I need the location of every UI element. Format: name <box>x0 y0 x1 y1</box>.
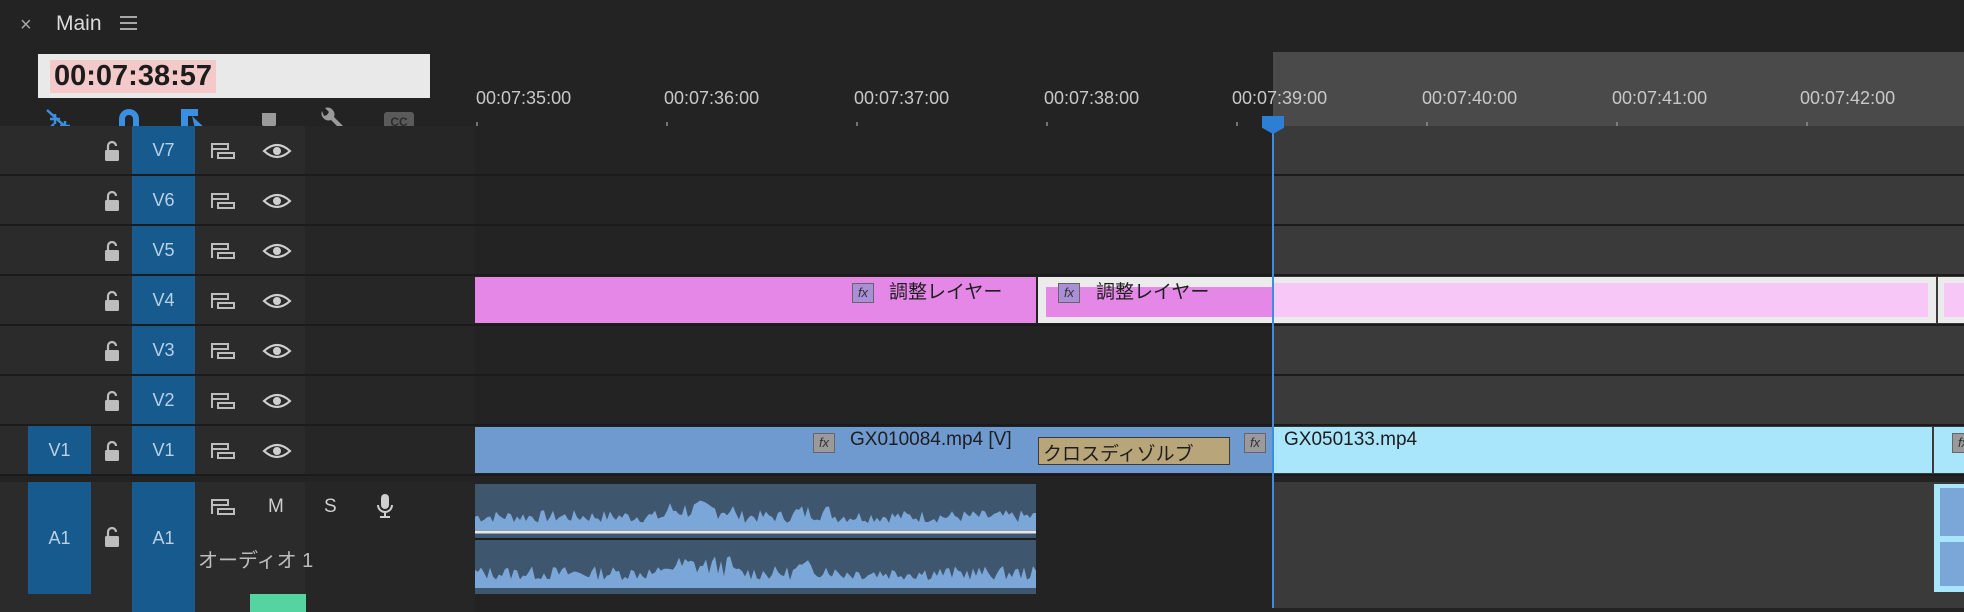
ruler-label: 00:07:42:00 <box>1800 88 1896 108</box>
clip-label: GX010084.mp4 [V] <box>850 429 1012 450</box>
lock-icon[interactable] <box>102 140 122 162</box>
track-header-a1[interactable]: A1 A1 M S オーディオ 1 <box>0 482 475 612</box>
track-header-v1[interactable]: V1 V1 <box>0 426 475 476</box>
ruler-label: 00:07:41:00 <box>1612 88 1708 108</box>
eye-icon[interactable] <box>262 291 292 311</box>
track-target-a2[interactable] <box>132 594 195 612</box>
transition-region[interactable]: クロスディゾルブ fx <box>1036 427 1274 473</box>
clip-label: 調整レイヤー <box>889 282 1003 303</box>
eye-icon[interactable] <box>262 241 292 261</box>
playhead-line[interactable] <box>1272 120 1274 608</box>
lock-icon[interactable] <box>102 340 122 362</box>
source-patch-v1[interactable]: V1 <box>28 426 91 474</box>
track-header-v2[interactable]: V2 <box>0 376 475 426</box>
solo-button[interactable]: S <box>324 496 337 518</box>
adjustment-layer-clip-remaining[interactable] <box>1274 277 1936 323</box>
adjustment-layer-clip[interactable]: fx 調整レイヤー <box>475 277 1036 323</box>
eye-icon[interactable] <box>262 341 292 361</box>
transition-label: クロスディゾルブ <box>1043 444 1194 465</box>
track-target-v4[interactable]: V4 <box>132 276 195 324</box>
sync-lock-icon[interactable] <box>210 341 236 361</box>
lane-v5[interactable] <box>475 226 1964 276</box>
track-target-v5[interactable]: V5 <box>132 226 195 274</box>
track-header-v3[interactable]: V3 <box>0 326 475 376</box>
lock-icon[interactable] <box>102 526 122 548</box>
track-target-v3[interactable]: V3 <box>132 326 195 374</box>
sync-lock-icon[interactable] <box>210 291 236 311</box>
lane-v7[interactable] <box>475 126 1964 176</box>
audio-clip-next[interactable] <box>1934 484 1964 592</box>
track-target-v6[interactable]: V6 <box>132 176 195 224</box>
video-clip-next[interactable]: fx <box>1934 427 1964 473</box>
track-header-v4[interactable]: V4 <box>0 276 475 326</box>
fx-badge: fx <box>1952 433 1964 453</box>
lock-icon[interactable] <box>102 440 122 462</box>
audio-meter-indicator <box>250 594 306 612</box>
ruler-label: 00:07:35:00 <box>476 88 572 108</box>
audio-waveform <box>475 500 1036 588</box>
ruler-label: 00:07:37:00 <box>854 88 950 108</box>
video-clip[interactable]: fx GX010084.mp4 [V] <box>475 427 1036 473</box>
eye-icon[interactable] <box>262 191 292 211</box>
ruler-label: 00:07:39:00 <box>1232 88 1328 108</box>
track-target-v2[interactable]: V2 <box>132 376 195 424</box>
fx-badge: fx <box>852 283 874 303</box>
sync-lock-icon[interactable] <box>210 241 236 261</box>
ruler-label: 00:07:38:00 <box>1044 88 1140 108</box>
cross-dissolve-transition[interactable]: クロスディゾルブ <box>1038 437 1230 465</box>
track-header-v7[interactable]: V7 <box>0 126 475 176</box>
audio-clip[interactable] <box>475 484 1036 594</box>
lock-icon[interactable] <box>102 290 122 312</box>
fx-badge: fx <box>1244 433 1266 453</box>
video-clip[interactable]: GX050133.mp4 <box>1274 427 1932 473</box>
fx-badge: fx <box>813 433 835 453</box>
lane-v6[interactable] <box>475 176 1964 226</box>
lane-v3[interactable] <box>475 326 1964 376</box>
eye-icon[interactable] <box>262 141 292 161</box>
microphone-icon[interactable] <box>374 492 396 520</box>
lock-icon[interactable] <box>102 190 122 212</box>
ruler-label: 00:07:40:00 <box>1422 88 1518 108</box>
lock-icon[interactable] <box>102 240 122 262</box>
sync-lock-icon[interactable] <box>210 191 236 211</box>
ruler-label: 00:07:36:00 <box>664 88 760 108</box>
lane-v2[interactable] <box>475 376 1964 426</box>
panel-header <box>0 0 1964 52</box>
close-panel-button[interactable]: × <box>20 14 32 37</box>
track-header-v5[interactable]: V5 <box>0 226 475 276</box>
clip-label: GX050133.mp4 <box>1284 429 1418 450</box>
eye-icon[interactable] <box>262 441 292 461</box>
lock-icon[interactable] <box>102 390 122 412</box>
track-target-v7[interactable]: V7 <box>132 126 195 174</box>
sync-lock-icon[interactable] <box>210 391 236 411</box>
eye-icon[interactable] <box>262 391 292 411</box>
track-headers: V7 V6 V5 V4 V3 V2 V1 V1 A1 A1 M S オーディオ … <box>0 126 475 612</box>
track-target-v1[interactable]: V1 <box>132 426 195 474</box>
adjustment-layer-clip[interactable]: fx 調整レイヤー <box>1038 277 1274 323</box>
clip-label: 調整レイヤー <box>1096 282 1210 303</box>
sync-lock-icon[interactable] <box>210 141 236 161</box>
track-header-v6[interactable]: V6 <box>0 176 475 226</box>
panel-title[interactable]: Main <box>56 12 102 36</box>
timecode-field[interactable]: 00:07:38:57 <box>38 54 430 98</box>
audio-track-name[interactable]: オーディオ 1 <box>198 544 313 573</box>
track-target-a1[interactable]: A1 <box>132 482 195 594</box>
hamburger-icon[interactable] <box>120 16 137 30</box>
sync-lock-icon[interactable] <box>210 441 236 461</box>
source-patch-a1[interactable]: A1 <box>28 482 91 594</box>
adjustment-layer-clip-next[interactable] <box>1938 277 1964 323</box>
mute-button[interactable]: M <box>268 496 284 518</box>
timecode-value: 00:07:38:57 <box>50 60 216 93</box>
sync-lock-icon[interactable] <box>210 497 236 517</box>
fx-badge: fx <box>1058 283 1080 303</box>
